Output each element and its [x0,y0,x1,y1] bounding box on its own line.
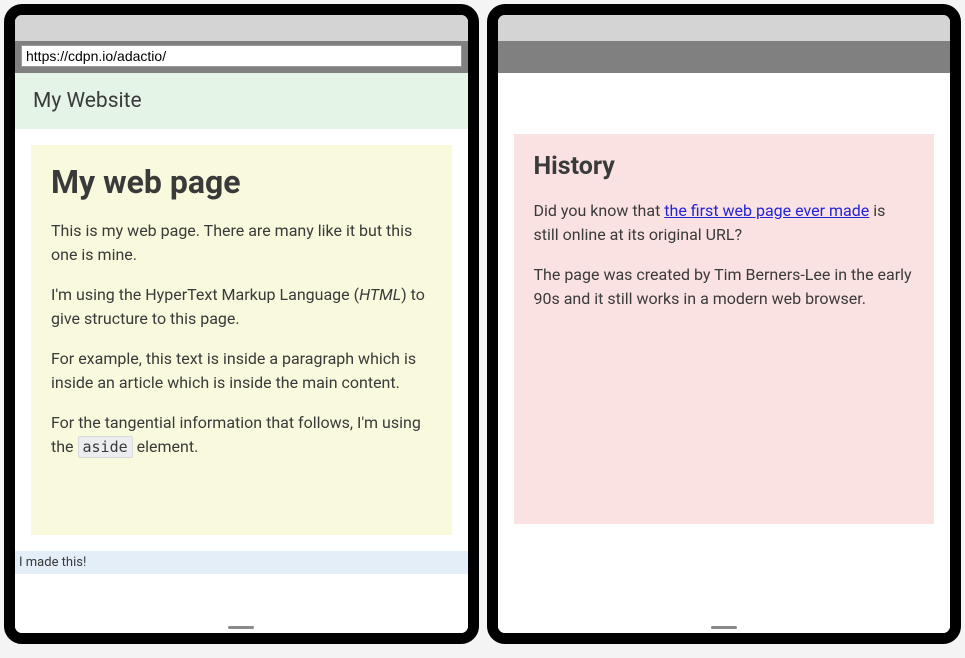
article-p1: This is my web page. There are many like… [51,219,432,267]
first-web-page-link[interactable]: the first web page ever made [664,201,869,220]
device-pair: My Website My web page This is my web pa… [4,4,961,644]
footer-text: I made this! [19,555,86,570]
aside-p2: The page was created by Tim Berners-Lee … [534,263,915,311]
site-title: My Website [33,89,142,113]
home-indicator-icon[interactable] [711,626,737,629]
article-p2: I'm using the HyperText Markup Language … [51,283,432,331]
device-statusbar [15,15,468,41]
article-p4: For the tangential information that foll… [51,411,432,459]
viewport-right[interactable]: History Did you know that the first web … [498,73,951,633]
site-footer: I made this! [15,551,468,574]
code-aside: aside [78,436,133,458]
text: I'm using the HyperText Markup Language … [51,285,359,304]
device-right: History Did you know that the first web … [487,4,962,644]
article-p3: For example, this text is inside a parag… [51,347,432,395]
device-toolbar [498,41,951,73]
html-emphasis: HTML [359,285,401,304]
aside: History Did you know that the first web … [514,134,935,524]
home-indicator-icon[interactable] [228,626,254,629]
site-header: My Website [15,73,468,129]
viewport-left[interactable]: My Website My web page This is my web pa… [15,73,468,633]
aside-p1: Did you know that the first web page eve… [534,199,915,247]
text: Did you know that [534,201,665,220]
page-title: My web page [51,163,432,201]
text: element. [133,437,199,456]
device-toolbar [15,41,468,73]
main-content: My web page This is my web page. There a… [15,129,468,551]
url-input[interactable] [21,45,462,67]
device-left: My Website My web page This is my web pa… [4,4,479,644]
aside-heading: History [534,152,915,181]
main-content: History Did you know that the first web … [498,74,951,540]
article: My web page This is my web page. There a… [31,145,452,535]
device-statusbar [498,15,951,41]
